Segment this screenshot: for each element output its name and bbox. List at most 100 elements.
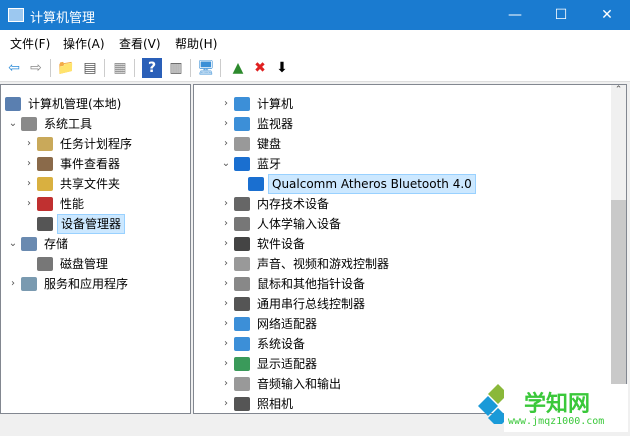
scan-hardware-icon[interactable]: 🖥: [196, 58, 216, 78]
device-category[interactable]: › 键盘: [220, 134, 620, 154]
device-icon: [234, 97, 250, 111]
action-pane-icon[interactable]: ▥: [166, 58, 186, 78]
back-arrow-icon[interactable]: ⇦: [4, 58, 24, 78]
properties-icon[interactable]: ▦: [110, 58, 130, 78]
item-label: 服务和应用程序: [44, 277, 129, 291]
up-folder-icon[interactable]: 📁: [56, 58, 76, 78]
chevron-right-icon[interactable]: ›: [23, 174, 35, 194]
menu-file[interactable]: 文件(F): [10, 35, 50, 52]
device-category[interactable]: Qualcomm Atheros Bluetooth 4.0: [234, 174, 626, 194]
menu-view[interactable]: 查看(V): [119, 35, 161, 52]
toolbar: ⇦ ⇨ 📁 ▤ ▦? ▥ 🖥 ▲ ✖ ⬇: [0, 54, 630, 82]
device-icon: [234, 217, 250, 231]
device-icon: [234, 257, 250, 271]
device-category[interactable]: › 内存技术设备: [220, 194, 620, 214]
device-icon: [234, 337, 250, 351]
device-icon: [234, 117, 250, 131]
chevron-right-icon[interactable]: ›: [23, 134, 35, 154]
vertical-scrollbar[interactable]: ⌃: [611, 85, 626, 413]
device-category[interactable]: › 软件设备: [220, 234, 620, 254]
toolbar-separator: [134, 59, 135, 77]
tree-item[interactable]: › 共享文件夹: [23, 174, 190, 194]
chevron-right-icon[interactable]: ›: [220, 114, 232, 134]
device-icon: [37, 157, 53, 171]
chevron-right-icon[interactable]: ›: [220, 234, 232, 254]
item-label: 监视器: [257, 117, 294, 131]
tree-item[interactable]: › 性能: [23, 194, 190, 214]
device-icon: [234, 357, 250, 371]
chevron-right-icon[interactable]: ›: [220, 254, 232, 274]
device-icon: [37, 177, 53, 191]
device-category[interactable]: ⌄ 蓝牙: [220, 154, 620, 174]
tree-item[interactable]: › 服务和应用程序: [7, 274, 190, 294]
help-icon[interactable]: ?: [142, 58, 162, 78]
toolbar-separator: [50, 59, 51, 77]
device-icon: [234, 397, 250, 411]
device-icon: [234, 157, 250, 171]
chevron-right-icon[interactable]: ›: [220, 354, 232, 374]
device-category[interactable]: › 监视器: [220, 114, 620, 134]
maximize-button[interactable]: ☐: [538, 0, 584, 30]
item-label: 蓝牙: [257, 157, 282, 171]
chevron-down-icon[interactable]: ⌄: [7, 234, 19, 254]
chevron-right-icon[interactable]: ›: [220, 334, 232, 354]
update-driver-icon[interactable]: ▲: [228, 58, 248, 78]
chevron-right-icon[interactable]: ›: [220, 394, 232, 413]
device-category[interactable]: › 显示适配器: [220, 354, 620, 374]
chevron-right-icon[interactable]: ›: [7, 274, 19, 294]
chevron-down-icon[interactable]: ⌄: [7, 114, 19, 134]
disable-device-icon[interactable]: ⬇: [272, 58, 292, 78]
tree-item[interactable]: › 任务计划程序: [23, 134, 190, 154]
scroll-up-icon[interactable]: ⌃: [611, 85, 626, 95]
tree-item[interactable]: 计算机管理(本地): [1, 94, 190, 114]
chevron-down-icon[interactable]: ⌄: [220, 154, 232, 174]
item-label: Qualcomm Atheros Bluetooth 4.0: [268, 174, 476, 194]
menu-bar: 文件(F) 操作(A) 查看(V) 帮助(H): [0, 30, 630, 54]
item-label: 磁盘管理: [60, 257, 109, 271]
chevron-right-icon[interactable]: ›: [220, 134, 232, 154]
chevron-right-icon[interactable]: ›: [220, 214, 232, 234]
tree-item[interactable]: ⌄ 存储: [7, 234, 190, 254]
device-icon: [234, 277, 250, 291]
device-category[interactable]: › 系统设备: [220, 334, 620, 354]
device-icon: [37, 197, 53, 211]
menu-action[interactable]: 操作(A): [63, 35, 105, 52]
device-category[interactable]: › 人体学输入设备: [220, 214, 620, 234]
item-label: 声音、视频和游戏控制器: [257, 257, 390, 271]
watermark-url: www.jmqz1000.com: [508, 416, 605, 427]
device-category[interactable]: › 通用串行总线控制器: [220, 294, 620, 314]
chevron-right-icon[interactable]: ›: [220, 274, 232, 294]
device-category[interactable]: › 鼠标和其他指针设备: [220, 274, 620, 294]
tree-item[interactable]: 设备管理器: [23, 214, 190, 234]
minimize-button[interactable]: —: [492, 0, 538, 30]
chevron-right-icon[interactable]: ›: [220, 294, 232, 314]
tree-item[interactable]: › 事件查看器: [23, 154, 190, 174]
item-label: 照相机: [257, 397, 294, 411]
chevron-right-icon[interactable]: ›: [23, 154, 35, 174]
chevron-right-icon[interactable]: ›: [220, 94, 232, 114]
device-icon: [234, 137, 250, 151]
item-label: 键盘: [257, 137, 282, 151]
chevron-right-icon[interactable]: ›: [220, 194, 232, 214]
tree-item[interactable]: 磁盘管理: [23, 254, 190, 274]
forward-arrow-icon[interactable]: ⇨: [26, 58, 46, 78]
item-label: 计算机管理(本地): [28, 97, 122, 111]
watermark-name: 学知网: [524, 392, 591, 417]
item-label: 计算机: [257, 97, 294, 111]
chevron-right-icon[interactable]: ›: [220, 314, 232, 334]
device-category[interactable]: › 计算机: [220, 94, 620, 114]
chevron-right-icon[interactable]: ›: [220, 374, 232, 394]
device-category[interactable]: › 网络适配器: [220, 314, 620, 334]
close-button[interactable]: ✕: [584, 0, 630, 30]
item-label: 显示适配器: [257, 357, 318, 371]
menu-help[interactable]: 帮助(H): [175, 35, 217, 52]
device-icon: [37, 257, 53, 271]
item-label: 网络适配器: [257, 317, 318, 331]
item-label: 事件查看器: [60, 157, 121, 171]
tree-item[interactable]: ⌄ 系统工具: [7, 114, 190, 134]
device-category[interactable]: › 声音、视频和游戏控制器: [220, 254, 620, 274]
chevron-right-icon[interactable]: ›: [23, 194, 35, 214]
uninstall-icon[interactable]: ✖: [250, 58, 270, 78]
show-hide-tree-icon[interactable]: ▤: [80, 58, 100, 78]
toolbar-separator: [104, 59, 105, 77]
